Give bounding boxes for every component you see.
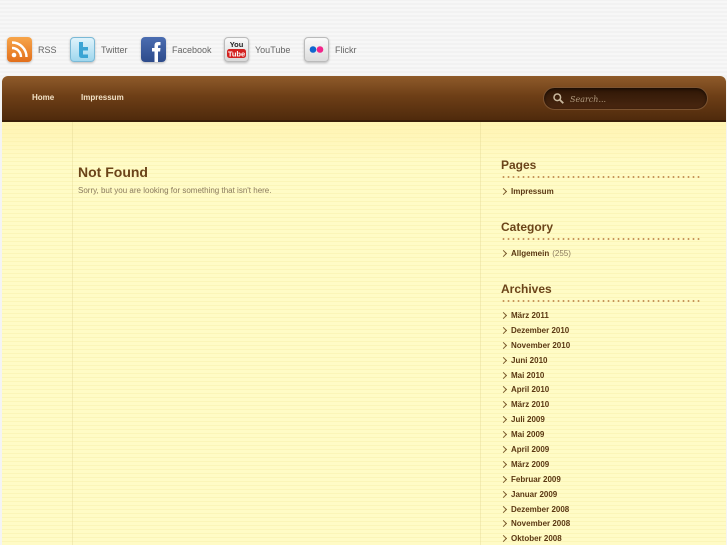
chevron-right-icon [499, 341, 508, 349]
list-item[interactable]: Mai 2009 [499, 427, 570, 442]
chevron-right-icon [499, 490, 508, 498]
social-label-youtube: YouTube [255, 44, 291, 55]
category-link-allgemein[interactable]: Allgemein [511, 249, 549, 258]
widget-title-category: Category [501, 220, 554, 234]
archive-link[interactable]: März 2010 [511, 400, 549, 409]
archive-link[interactable]: Mai 2010 [511, 371, 544, 380]
list-item[interactable]: April 2009 [499, 442, 570, 457]
archive-link[interactable]: April 2009 [511, 445, 549, 454]
page-link-impressum[interactable]: Impressum [511, 187, 554, 196]
svg-text:Tube: Tube [228, 49, 245, 58]
twitter-icon [70, 37, 95, 62]
column-divider [72, 122, 73, 545]
content-area: Not Found Sorry, but you are looking for… [2, 122, 726, 545]
list-item[interactable]: Allgemein (255) [499, 246, 571, 261]
flickr-icon [304, 37, 329, 62]
chevron-right-icon [499, 535, 508, 543]
chevron-right-icon [499, 311, 508, 319]
svg-text:You: You [230, 40, 244, 49]
social-bar: RSS Twitter Facebook You Tube YouTube Fl… [0, 0, 727, 77]
list-item[interactable]: Januar 2009 [499, 487, 570, 502]
archive-link[interactable]: Dezember 2010 [511, 326, 569, 335]
archive-link[interactable]: November 2010 [511, 341, 570, 350]
chevron-right-icon [499, 356, 508, 364]
list-item[interactable]: März 2011 [499, 308, 570, 323]
chevron-right-icon [499, 431, 508, 439]
chevron-right-icon [499, 401, 508, 409]
social-label-flickr: Flickr [335, 44, 357, 55]
social-link-rss[interactable]: RSS [7, 37, 57, 62]
list-item[interactable]: Impressum [499, 184, 554, 199]
youtube-icon: You Tube [224, 37, 249, 62]
archive-link[interactable]: April 2010 [511, 385, 549, 394]
chevron-right-icon [499, 475, 508, 483]
social-link-twitter[interactable]: Twitter [70, 37, 128, 62]
nav-home[interactable]: Home [32, 93, 54, 102]
widget-divider [501, 300, 702, 302]
chevron-right-icon [499, 520, 508, 528]
rss-icon [7, 37, 32, 62]
archive-link[interactable]: Februar 2009 [511, 475, 561, 484]
archives-list: März 2011 Dezember 2010 November 2010 Ju… [499, 308, 570, 545]
chevron-right-icon [499, 445, 508, 453]
widget-title-pages: Pages [501, 158, 537, 172]
list-item[interactable]: Mai 2010 [499, 368, 570, 383]
list-item[interactable]: Dezember 2008 [499, 502, 570, 517]
search-box [543, 87, 708, 110]
list-item[interactable]: April 2010 [499, 382, 570, 397]
not-found-message: Sorry, but you are looking for something… [78, 186, 272, 195]
social-link-flickr[interactable]: Flickr [304, 37, 357, 62]
social-label-rss: RSS [38, 44, 57, 55]
chevron-right-icon [499, 187, 508, 195]
list-item[interactable]: Dezember 2010 [499, 323, 570, 338]
list-item[interactable]: Februar 2009 [499, 472, 570, 487]
widget-title-archives: Archives [501, 282, 552, 296]
list-item[interactable]: Juli 2009 [499, 412, 570, 427]
social-label-facebook: Facebook [172, 44, 212, 55]
archive-link[interactable]: Oktober 2008 [511, 534, 562, 543]
pages-list: Impressum [499, 184, 554, 199]
archive-link[interactable]: Januar 2009 [511, 490, 557, 499]
search-icon[interactable] [553, 93, 564, 104]
page-wrapper: Home Impressum Not Found Sorry, but you … [2, 76, 726, 545]
chevron-right-icon [499, 249, 508, 257]
chevron-right-icon [499, 386, 508, 394]
archive-link[interactable]: März 2011 [511, 311, 549, 320]
facebook-icon [141, 37, 166, 62]
social-label-twitter: Twitter [101, 44, 128, 55]
list-item[interactable]: November 2010 [499, 338, 570, 353]
archive-link[interactable]: Juni 2010 [511, 356, 547, 365]
list-item[interactable]: November 2008 [499, 516, 570, 531]
archive-link[interactable]: Dezember 2008 [511, 505, 569, 514]
archive-link[interactable]: Mai 2009 [511, 430, 544, 439]
widget-divider [501, 238, 702, 240]
search-input[interactable] [570, 92, 700, 106]
archive-link[interactable]: März 2009 [511, 460, 549, 469]
chevron-right-icon [499, 460, 508, 468]
list-item[interactable]: März 2010 [499, 397, 570, 412]
chevron-right-icon [499, 416, 508, 424]
widget-divider [501, 176, 702, 178]
page-title: Not Found [78, 164, 148, 180]
list-item[interactable]: Oktober 2008 [499, 531, 570, 545]
category-list: Allgemein (255) [499, 246, 571, 261]
category-count: (255) [552, 248, 571, 258]
chevron-right-icon [499, 326, 508, 334]
social-link-youtube[interactable]: You Tube YouTube [224, 37, 290, 62]
social-link-facebook[interactable]: Facebook [141, 37, 212, 62]
archive-link[interactable]: November 2008 [511, 519, 570, 528]
archive-link[interactable]: Juli 2009 [511, 415, 545, 424]
list-item[interactable]: Juni 2010 [499, 353, 570, 368]
main-navigation: Home Impressum [2, 76, 726, 122]
list-item[interactable]: März 2009 [499, 457, 570, 472]
column-divider [480, 122, 481, 545]
nav-impressum[interactable]: Impressum [81, 93, 124, 102]
chevron-right-icon [499, 371, 508, 379]
chevron-right-icon [499, 505, 508, 513]
